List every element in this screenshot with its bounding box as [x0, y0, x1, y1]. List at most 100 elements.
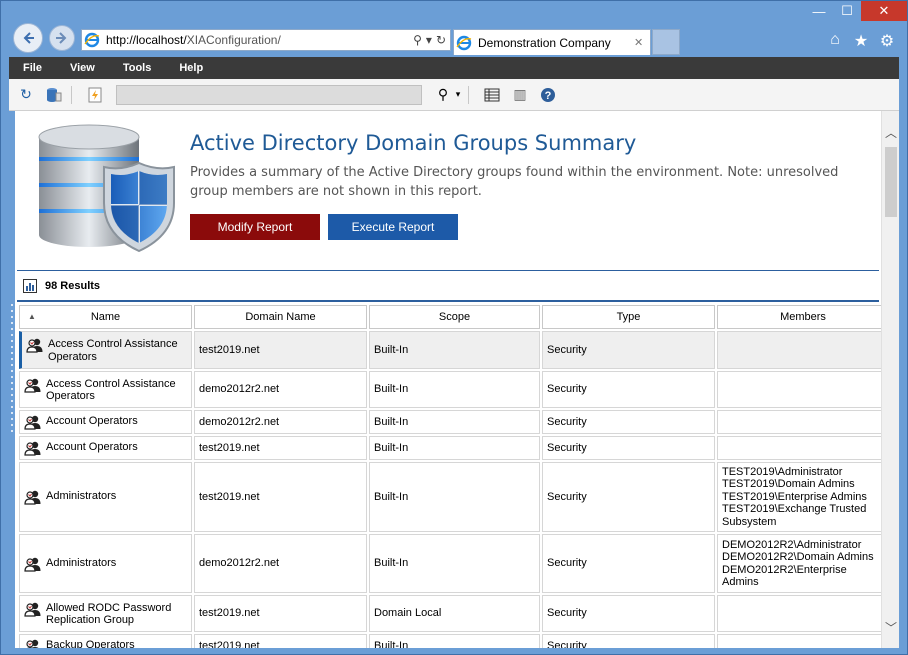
vertical-scrollbar[interactable]: ︿ ﹀ [881, 111, 899, 648]
cell-type: Security [542, 331, 715, 369]
modify-report-button[interactable]: Modify Report [190, 214, 320, 240]
column-header-type[interactable]: Type [542, 305, 715, 329]
column-header-label: Name [90, 311, 121, 323]
cell-type: Security [542, 410, 715, 434]
menu-file[interactable]: File [9, 62, 56, 74]
toolbar-separator [468, 85, 469, 104]
close-button[interactable]: ✕ [861, 1, 907, 21]
group-name: Administrators [46, 556, 117, 569]
cell-scope: Built-In [369, 462, 540, 532]
resize-grip[interactable] [9, 301, 15, 441]
table-row[interactable]: Backup Operators test2019.net Built-In Secu… [19, 634, 881, 648]
cell-members [717, 371, 881, 408]
flash-report-icon[interactable] [84, 84, 106, 106]
minimize-button[interactable]: — [805, 1, 833, 21]
toolbar-search-input[interactable] [116, 84, 422, 105]
refresh-icon[interactable]: ↻ [15, 84, 37, 106]
cell-type: Security [542, 634, 715, 648]
cell-members: DEMO2012R2\Administrator DEMO2012R2\Domai… [717, 534, 881, 593]
new-tab-button[interactable] [652, 29, 680, 55]
browser-window: — ☐ ✕ http://localhost/XIAConfiguration/… [0, 0, 908, 655]
search-dropdown-icon[interactable]: ▾ [454, 84, 462, 106]
table-row[interactable]: Account Operators demo2012r2.net Built-In S… [19, 410, 881, 434]
grid-view-icon[interactable] [481, 84, 503, 106]
cell-name[interactable]: Account Operators [19, 436, 192, 460]
cell-members [717, 436, 881, 460]
menu-view[interactable]: View [56, 62, 109, 74]
cell-type: Security [542, 595, 715, 632]
cell-name[interactable]: Backup Operators [19, 634, 192, 648]
tab-ie-icon [454, 33, 474, 53]
cell-scope: Built-In [369, 371, 540, 408]
cell-type: Security [542, 371, 715, 408]
forward-button[interactable] [49, 25, 75, 51]
member-entry: DEMO2012R2\Administrator [722, 538, 862, 551]
maximize-button[interactable]: ☐ [833, 1, 861, 21]
sort-ascending-icon: ▲ [28, 312, 36, 321]
cell-members [717, 410, 881, 434]
help-icon[interactable]: ? [537, 84, 559, 106]
group-icon [24, 378, 41, 393]
svg-text:?: ? [545, 90, 552, 102]
database-icon[interactable] [43, 84, 65, 106]
table-row[interactable]: Access Control Assistance Operators demo2… [19, 371, 881, 408]
cell-name[interactable]: Access Control Assistance Operators [19, 331, 192, 369]
execute-report-button[interactable]: Execute Report [328, 214, 458, 240]
cell-name[interactable]: Allowed RODC Password Replication Group [19, 595, 192, 632]
export-icon[interactable]: ▥ [509, 84, 531, 106]
cell-scope: Built-In [369, 634, 540, 648]
member-entry: DEMO2012R2\Domain Admins [722, 551, 874, 563]
cell-domain-name: demo2012r2.net [194, 410, 367, 434]
table-row[interactable]: Account Operators test2019.net Built-In Sec… [19, 436, 881, 460]
table-row[interactable]: Access Control Assistance Operators test2… [19, 331, 881, 369]
cell-name[interactable]: Administrators [19, 462, 192, 532]
table-row[interactable]: Allowed RODC Password Replication Group t… [19, 595, 881, 632]
table-row[interactable]: Administrators demo2012r2.net Built-In Secu… [19, 534, 881, 593]
url-host: http://localhost/ [106, 33, 187, 47]
cell-name[interactable]: Administrators [19, 534, 192, 593]
title-bar: — ☐ ✕ http://localhost/XIAConfiguration/… [1, 1, 907, 57]
column-header-name[interactable]: ▲ Name [19, 305, 192, 329]
refresh-icon[interactable]: ↻ [436, 33, 446, 47]
address-bar[interactable]: http://localhost/XIAConfiguration/ ⚲ ▾ ↻ [81, 29, 451, 51]
page-title: Active Directory Domain Groups Summary [190, 131, 637, 155]
menu-help[interactable]: Help [165, 62, 217, 74]
tab-demonstration-company[interactable]: Demonstration Company ✕ [453, 29, 651, 55]
results-header: 98 Results [17, 270, 879, 302]
member-entry: TEST2019\Administrator [722, 465, 843, 478]
browser-tools: ⌂ ★ ⚙ [827, 31, 895, 51]
search-icon[interactable]: ⚲ [413, 33, 422, 47]
home-icon[interactable]: ⌂ [827, 31, 843, 51]
group-name: Access Control Assistance Operators [46, 377, 176, 403]
column-header-domain-name[interactable]: Domain Name [194, 305, 367, 329]
member-entry: TEST2019\Enterprise Admins [722, 490, 867, 503]
window-controls: — ☐ ✕ [805, 1, 907, 23]
cell-name[interactable]: Account Operators [19, 410, 192, 434]
back-button[interactable] [13, 23, 43, 53]
cell-scope: Built-In [369, 534, 540, 593]
cell-name[interactable]: Access Control Assistance Operators [19, 371, 192, 408]
cell-domain-name: test2019.net [194, 634, 367, 648]
address-url[interactable]: http://localhost/XIAConfiguration/ [102, 33, 413, 47]
group-icon [24, 490, 41, 505]
scroll-up-icon[interactable]: ︿ [882, 123, 900, 141]
favorites-star-icon[interactable]: ★ [853, 31, 869, 51]
back-arrow-icon [23, 32, 34, 44]
group-icon [26, 639, 39, 648]
scrollbar-thumb[interactable] [885, 147, 897, 217]
settings-gear-icon[interactable]: ⚙ [879, 31, 895, 51]
groups-table: ▲ Name Domain Name Scope Type Members Acc… [17, 303, 881, 648]
dropdown-icon[interactable]: ▾ [426, 33, 432, 47]
search-icon[interactable]: ⚲ [432, 84, 454, 106]
column-header-members[interactable]: Members [717, 305, 881, 329]
group-name: Allowed RODC Password Replication Group [46, 601, 172, 627]
column-header-scope[interactable]: Scope [369, 305, 540, 329]
scroll-down-icon[interactable]: ﹀ [882, 618, 900, 636]
menu-tools[interactable]: Tools [109, 62, 166, 74]
table-row[interactable]: Administrators test2019.net Built-In Securi… [19, 462, 881, 532]
database-shield-icon [38, 124, 175, 253]
group-icon [24, 557, 41, 572]
tab-close-icon[interactable]: ✕ [634, 36, 650, 49]
results-count: 98 Results [45, 279, 101, 292]
cell-scope: Built-In [369, 436, 540, 460]
